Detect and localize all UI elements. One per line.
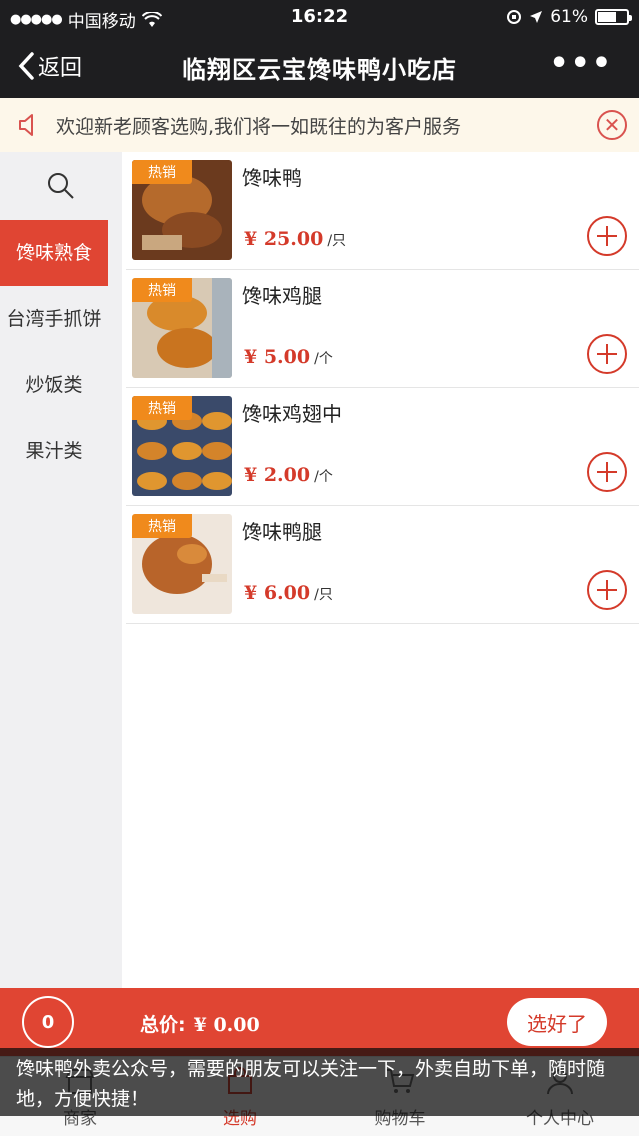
product-name: 馋味鸭腿	[242, 520, 322, 544]
product-name: 馋味鸡腿	[242, 284, 322, 308]
back-button[interactable]: 返回	[18, 50, 82, 82]
page-title: 临翔区云宝馋味鸭小吃店	[182, 56, 457, 84]
notice-text: 欢迎新老顾客选购,我们将一如既往的为客户服务	[56, 115, 462, 138]
location-arrow-icon	[530, 11, 543, 23]
speaker-icon	[19, 114, 33, 136]
close-icon[interactable]: ✕	[597, 110, 627, 140]
product-list: 热销 馋味鸭 ¥ 25.00/只 热销 馋味鸡腿 ¥ 5.00/个 热销 馋味鸡…	[122, 152, 639, 988]
product-unit: /只	[314, 587, 333, 603]
product-price: ¥ 25.00/只	[244, 228, 347, 250]
more-icon[interactable]: •••	[549, 49, 613, 79]
search-icon	[48, 173, 74, 199]
cart-bar: 0 总价: ¥ 0.00 选好了	[0, 988, 639, 1056]
back-label: 返回	[38, 56, 83, 81]
list-item: 热销 馋味鸭 ¥ 25.00/只	[126, 152, 639, 270]
hot-badge: 热销	[132, 278, 192, 302]
checkout-button[interactable]: 选好了	[507, 998, 607, 1046]
category-item-cooked-food[interactable]: 馋味熟食	[0, 220, 108, 286]
battery-icon	[595, 9, 632, 25]
list-item: 热销 馋味鸡腿 ¥ 5.00/个	[126, 270, 639, 388]
product-price: ¥ 5.00/个	[244, 346, 333, 368]
category-item-fried-rice[interactable]: 炒饭类	[0, 352, 108, 418]
product-name: 馋味鸭	[242, 166, 302, 190]
search-button[interactable]	[0, 152, 122, 220]
product-price: ¥ 6.00/只	[244, 582, 333, 604]
total-value: ¥ 0.00	[193, 1014, 260, 1036]
product-unit: /只	[327, 233, 347, 249]
hot-badge: 热销	[132, 396, 192, 420]
total-label: 总价:	[140, 1014, 186, 1036]
add-to-cart-button[interactable]	[587, 216, 627, 256]
add-to-cart-button[interactable]	[587, 452, 627, 492]
hot-badge: 热销	[132, 160, 192, 184]
nav-bar: 返回 临翔区云宝馋味鸭小吃店 •••	[0, 36, 639, 98]
hot-badge: 热销	[132, 514, 192, 538]
cart-total: 总价: ¥ 0.00	[140, 1010, 260, 1037]
list-item: 热销 馋味鸡翅中 ¥ 2.00/个	[126, 388, 639, 506]
product-unit: /个	[314, 351, 333, 367]
list-item: 热销 馋味鸭腿 ¥ 6.00/只	[126, 506, 639, 624]
product-unit: /个	[314, 469, 333, 485]
battery-percent: 61%	[550, 7, 588, 27]
category-item-hand-pancake[interactable]: 台湾手抓饼	[0, 286, 108, 352]
category-item-juice[interactable]: 果汁类	[0, 418, 108, 484]
cart-count-badge[interactable]: 0	[22, 996, 74, 1048]
product-price: ¥ 2.00/个	[244, 464, 333, 486]
category-sidebar: 馋味熟食 台湾手抓饼 炒饭类 果汁类	[0, 152, 122, 988]
add-to-cart-button[interactable]	[587, 570, 627, 610]
add-to-cart-button[interactable]	[587, 334, 627, 374]
chevron-left-icon	[18, 52, 34, 80]
overlay-caption: 馋味鸭外卖公众号，需要的朋友可以关注一下，外卖自助下单，随时随地，方便快捷！	[0, 1048, 639, 1116]
status-bar: ●●●●● 中国移动 16:22 61%	[0, 0, 639, 36]
product-name: 馋味鸡翅中	[242, 402, 342, 426]
rotation-lock-icon	[507, 10, 522, 24]
notice-bar: 欢迎新老顾客选购,我们将一如既往的为客户服务 ✕	[0, 98, 639, 152]
